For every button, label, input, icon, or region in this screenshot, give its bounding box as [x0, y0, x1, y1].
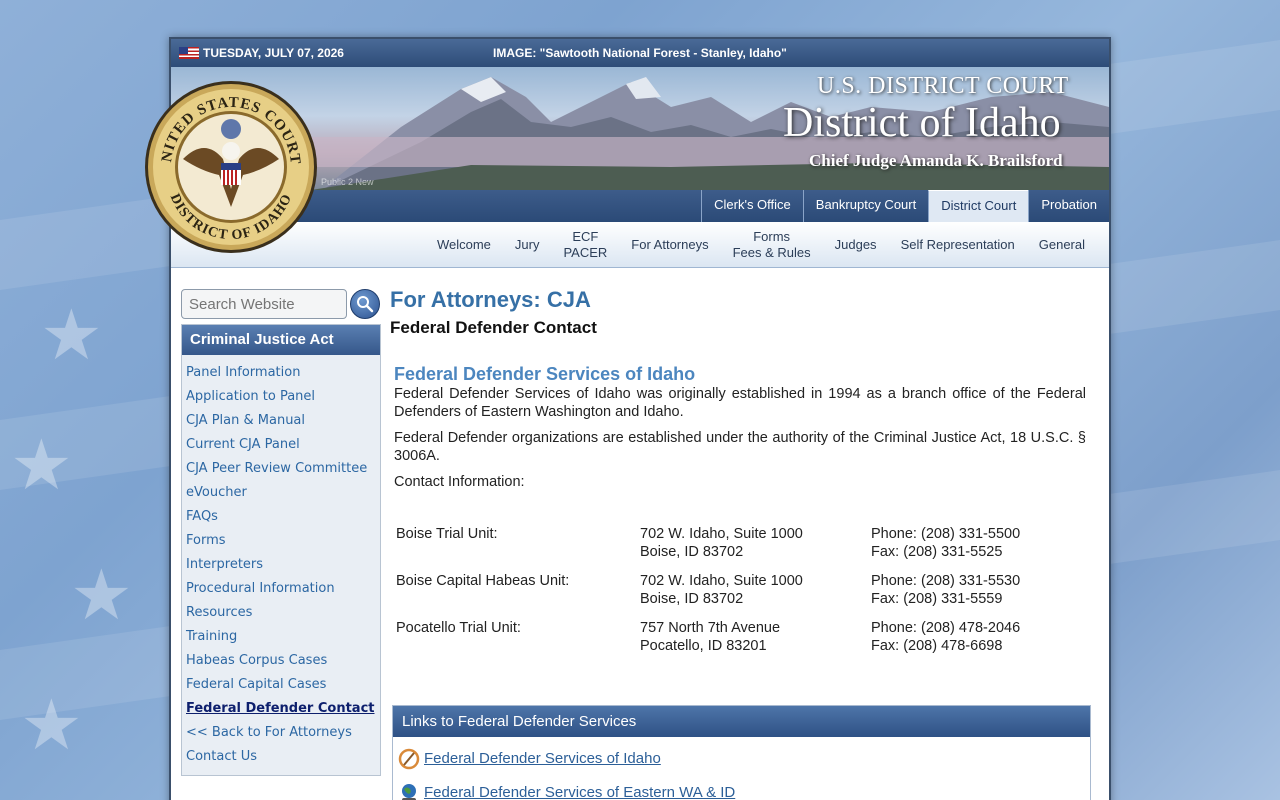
- search-input[interactable]: [181, 289, 347, 319]
- contact-info-label: Contact Information:: [394, 474, 525, 490]
- table-row: Pocatello Trial Unit: 757 North 7th Aven…: [396, 619, 1086, 666]
- links-panel: Links to Federal Defender Services Feder…: [392, 705, 1091, 800]
- unit-name: Pocatello Trial Unit:: [396, 620, 521, 636]
- unit-phone-fax: Phone: (208) 331-5530 Fax: (208) 331-5559: [871, 573, 1021, 607]
- table-row: Boise Capital Habeas Unit: 702 W. Idaho,…: [396, 572, 1086, 619]
- date-text: TUESDAY, JULY 07, 2026: [203, 46, 344, 60]
- main-content: For Attorneys: CJA Federal Defender Cont…: [390, 287, 1092, 666]
- sidebar-item-federal-capital[interactable]: Federal Capital Cases: [186, 673, 376, 697]
- tab-clerks-office[interactable]: Clerk's Office: [701, 190, 803, 222]
- image-caption: IMAGE: "Sawtooth National Forest - Stanl…: [493, 46, 787, 60]
- sidebar-item-habeas-corpus[interactable]: Habeas Corpus Cases: [186, 649, 376, 673]
- sidebar-item-application-to-panel[interactable]: Application to Panel: [186, 385, 376, 409]
- sidebar-item-cja-peer-review[interactable]: CJA Peer Review Committee: [186, 457, 376, 481]
- sidebar-item-current-cja-panel[interactable]: Current CJA Panel: [186, 433, 376, 457]
- links-panel-heading: Links to Federal Defender Services: [393, 706, 1090, 737]
- sidebar: Criminal Justice Act Panel Information A…: [181, 289, 381, 800]
- link-text[interactable]: Federal Defender Services of Eastern WA …: [424, 784, 735, 800]
- court-seal-logo: UNITED STATES COURTS DISTRICT OF IDAHO: [143, 79, 317, 253]
- sidebar-item-resources[interactable]: Resources: [186, 601, 376, 625]
- unit-name: Boise Capital Habeas Unit:: [396, 573, 570, 589]
- top-bar: TUESDAY, JULY 07, 2026 IMAGE: "Sawtooth …: [171, 39, 1109, 67]
- authority-paragraph: Federal Defender organizations are estab…: [394, 430, 1086, 464]
- nav-self-representation[interactable]: Self Representation: [889, 237, 1027, 253]
- cja-menu-heading: Criminal Justice Act: [182, 325, 380, 355]
- district-name: District of Idaho: [783, 100, 1061, 146]
- background-star-icon: ★: [10, 426, 73, 504]
- nav-forms-fees-rules[interactable]: Forms Fees & Rules: [721, 229, 823, 261]
- court-name: U.S. DISTRICT COURT: [817, 73, 1069, 99]
- nav-jury[interactable]: Jury: [503, 237, 552, 253]
- page-subtitle: Federal Defender Contact: [390, 318, 597, 337]
- nav-general[interactable]: General: [1027, 237, 1097, 253]
- link-item[interactable]: Federal Defender Services of Eastern WA …: [398, 780, 1090, 800]
- banner-small-text: Public 2 New: [321, 177, 374, 187]
- sidebar-item-evoucher[interactable]: eVoucher: [186, 481, 376, 505]
- sidebar-item-faqs[interactable]: FAQs: [186, 505, 376, 529]
- search-icon: [357, 296, 374, 313]
- unit-address: 702 W. Idaho, Suite 1000 Boise, ID 83702: [640, 526, 803, 560]
- page-title: For Attorneys: CJA: [390, 287, 591, 312]
- sidebar-item-forms[interactable]: Forms: [186, 529, 376, 553]
- contact-table: Boise Trial Unit: 702 W. Idaho, Suite 10…: [396, 525, 1086, 666]
- nav-for-attorneys[interactable]: For Attorneys: [619, 237, 720, 253]
- search-button[interactable]: [350, 289, 380, 319]
- unit-address: 702 W. Idaho, Suite 1000 Boise, ID 83702: [640, 573, 803, 607]
- unit-name: Boise Trial Unit:: [396, 526, 498, 542]
- tab-probation[interactable]: Probation: [1028, 190, 1109, 222]
- globe-icon: [402, 783, 416, 800]
- link-text[interactable]: Federal Defender Services of Idaho: [424, 750, 661, 767]
- background-star-icon: ★: [20, 686, 83, 764]
- intro-paragraph: Federal Defender Services of Idaho was o…: [394, 386, 1086, 420]
- date-display: TUESDAY, JULY 07, 2026: [179, 46, 344, 60]
- background-star-icon: ★: [70, 556, 133, 634]
- chief-judge: Chief Judge Amanda K. Brailsford: [809, 151, 1063, 170]
- tab-district-court[interactable]: District Court: [928, 190, 1029, 222]
- nav-ecf-pacer[interactable]: ECF PACER: [551, 229, 619, 261]
- search-form: [181, 289, 381, 319]
- tab-bankruptcy-court[interactable]: Bankruptcy Court: [802, 190, 928, 222]
- sidebar-item-panel-information[interactable]: Panel Information: [186, 361, 376, 385]
- sidebar-item-procedural-information[interactable]: Procedural Information: [186, 577, 376, 601]
- table-row: Boise Trial Unit: 702 W. Idaho, Suite 10…: [396, 525, 1086, 572]
- sidebar-item-cja-plan-manual[interactable]: CJA Plan & Manual: [186, 409, 376, 433]
- sidebar-item-contact-us[interactable]: Contact Us: [186, 745, 376, 769]
- unit-phone-fax: Phone: (208) 478-2046 Fax: (208) 478-6698: [871, 620, 1021, 654]
- nav-judges[interactable]: Judges: [823, 237, 889, 253]
- link-item[interactable]: Federal Defender Services of Idaho: [398, 746, 1090, 771]
- section-title: Federal Defender Services of Idaho: [394, 364, 696, 384]
- sidebar-item-federal-defender-contact[interactable]: Federal Defender Contact: [186, 697, 376, 721]
- cja-menu: Criminal Justice Act Panel Information A…: [181, 324, 381, 776]
- sidebar-item-back-to-attorneys[interactable]: << Back to For Attorneys: [186, 721, 376, 745]
- sidebar-item-interpreters[interactable]: Interpreters: [186, 553, 376, 577]
- link-icon: [398, 748, 420, 769]
- nav-welcome[interactable]: Welcome: [425, 237, 503, 253]
- background-star-icon: ★: [40, 296, 103, 374]
- unit-address: 757 North 7th Avenue Pocatello, ID 83201: [640, 620, 781, 654]
- unit-phone-fax: Phone: (208) 331-5500 Fax: (208) 331-5525: [871, 526, 1021, 560]
- sidebar-item-training[interactable]: Training: [186, 625, 376, 649]
- us-flag-icon: [179, 47, 199, 59]
